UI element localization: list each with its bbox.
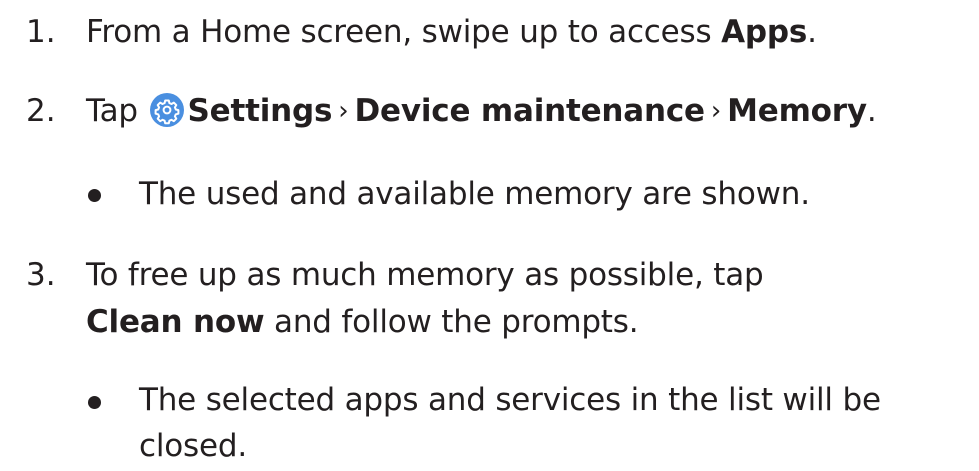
step-2-number: 2.	[26, 93, 56, 129]
step-3-text-line-2: Clean now and follow the prompts.	[86, 302, 639, 342]
step-2-memory-label: Memory	[727, 93, 867, 129]
bullet-dot	[88, 189, 101, 202]
step-3-text-line-1: To free up as much memory as possible, t…	[86, 257, 764, 293]
step-2-device-maintenance-label: Device maintenance	[354, 93, 705, 129]
step-2-text-post: .	[866, 93, 877, 129]
settings-gear-icon	[149, 92, 184, 127]
step-2-bullet-text: The used and available memory are shown.	[139, 176, 810, 212]
step-1-text: From a Home screen, swipe up to access A…	[86, 12, 817, 52]
step-2-settings-label: Settings	[187, 93, 333, 129]
step-1-number: 1.	[26, 14, 56, 50]
breadcrumb-separator-1: ›	[338, 96, 349, 126]
step-2-text-pre: Tap	[86, 93, 148, 129]
step-3-number: 3.	[26, 257, 56, 293]
step-3-bullet-line-1: The selected apps and services in the li…	[139, 382, 881, 418]
step-3-clean-now-label: Clean now	[86, 304, 265, 340]
bullet-dot	[88, 396, 101, 409]
step-1-text-pre: From a Home screen, swipe up to access	[86, 14, 722, 50]
step-1-apps-label: Apps	[721, 14, 808, 50]
step-3-bullet-line-2: closed.	[139, 428, 247, 464]
instructions-page: 1. From a Home screen, swipe up to acces…	[0, 0, 979, 471]
step-3-text-post: and follow the prompts.	[264, 304, 639, 340]
breadcrumb-separator-2: ›	[710, 96, 722, 126]
step-2-text: Tap Settings › Device maintenance › Memory.	[86, 91, 877, 133]
step-1-text-post: .	[807, 14, 817, 50]
